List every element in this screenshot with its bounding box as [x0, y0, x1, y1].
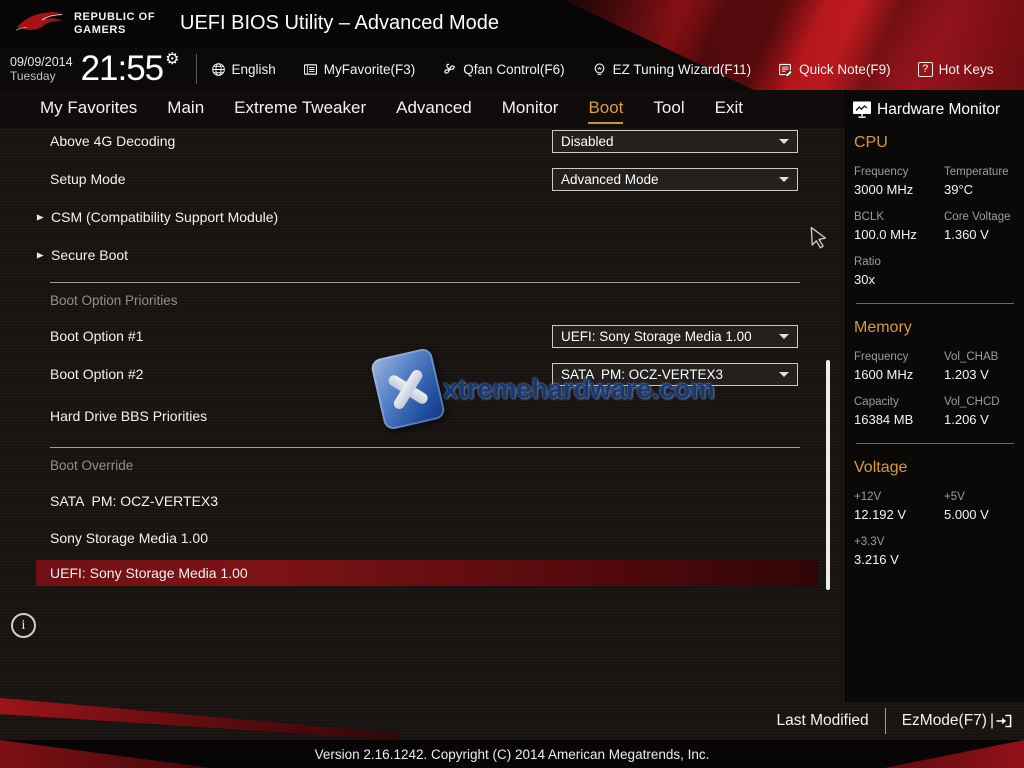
hardware-monitor-header: Hardware Monitor	[852, 100, 1018, 119]
sidebar-divider	[856, 303, 1014, 304]
boot-settings-panel: Above 4G DecodingDisabledSetup ModeAdvan…	[36, 122, 838, 586]
toolbar-qfan-control-f6[interactable]: Qfan Control(F6)	[442, 62, 564, 77]
info-icon[interactable]: i	[11, 613, 36, 638]
monitor-group-cpu: CPU Frequency3000 MHzTemperature39°CBCLK1…	[852, 134, 1018, 287]
fan-icon	[442, 62, 457, 77]
toolbar: 09/09/2014 Tuesday 21:55 ⚙ English MyFavo…	[0, 48, 1024, 90]
chevron-down-icon	[779, 334, 789, 339]
chevron-down-icon	[779, 372, 789, 377]
sidebar-divider	[856, 443, 1014, 444]
toolbar-divider	[196, 54, 197, 84]
tab-advanced[interactable]: Advanced	[396, 95, 472, 124]
question-icon: ?	[918, 62, 933, 77]
stat-vol-chab: Vol_CHAB1.203 V	[944, 351, 1018, 382]
stat-frequency: Frequency1600 MHz	[854, 351, 944, 382]
submenu-secure-boot[interactable]: Secure Boot	[36, 236, 838, 274]
group-title-voltage: Voltage	[854, 459, 1018, 477]
option-sata-pm-ocz-vertex3[interactable]: SATA PM: OCZ-VERTEX3	[36, 482, 838, 519]
globe-icon	[211, 62, 226, 77]
dropdown-boot-option-1[interactable]: UEFI: Sony Storage Media 1.00	[552, 325, 798, 348]
group-title-cpu: CPU	[854, 134, 1018, 152]
stat-core-voltage: Core Voltage1.360 V	[944, 211, 1018, 242]
bios-screen: REPUBLIC OF GAMERS UEFI BIOS Utility – A…	[0, 0, 1024, 768]
scrollbar[interactable]	[826, 360, 830, 590]
section-label-boot-override: Boot Override	[36, 448, 838, 482]
option-hard-drive-bbs-priorities[interactable]: Hard Drive BBS Priorities	[36, 393, 838, 439]
hardware-monitor-panel: Hardware Monitor CPU Frequency3000 MHzTem…	[845, 90, 1024, 702]
toolbar-myfavorite-f3[interactable]: MyFavorite(F3)	[303, 62, 416, 77]
tab-main[interactable]: Main	[167, 95, 204, 124]
gear-icon[interactable]: ⚙	[165, 49, 179, 69]
stat-12v: +12V12.192 V	[854, 491, 944, 522]
footer-divider	[885, 708, 886, 734]
stat-capacity: Capacity16384 MB	[854, 396, 944, 427]
stat-temperature: Temperature39°C	[944, 166, 1018, 197]
ezmode-button[interactable]: EzMode(F7) |	[902, 712, 1012, 730]
setting-boot-option-1: Boot Option #1UEFI: Sony Storage Media 1…	[36, 317, 838, 355]
toolbar-quick-note-f9[interactable]: Quick Note(F9)	[778, 62, 891, 77]
tab-my-favorites[interactable]: My Favorites	[40, 95, 137, 124]
dropdown-boot-option-2[interactable]: SATA PM: OCZ-VERTEX3	[552, 363, 798, 386]
toolbar-english[interactable]: English	[211, 62, 276, 77]
toolbar-items: English MyFavorite(F3) Qfan Control(F6) EZ …	[211, 62, 994, 77]
option-uefi-sony-storage-media-1-00[interactable]: UEFI: Sony Storage Media 1.00	[36, 560, 818, 586]
group-title-memory: Memory	[854, 319, 1018, 337]
submenu-arrow-icon	[36, 251, 45, 260]
dropdown-setup-mode[interactable]: Advanced Mode	[552, 168, 798, 191]
stat-vol-chcd: Vol_CHCD1.206 V	[944, 396, 1018, 427]
toolbar-ez-tuning-wizard-f11[interactable]: EZ Tuning Wizard(F11)	[592, 62, 752, 77]
decor-bottom-left	[0, 686, 400, 740]
stat-ratio: Ratio30x	[854, 256, 944, 287]
tab-tool[interactable]: Tool	[653, 95, 684, 124]
chevron-down-icon	[779, 177, 789, 182]
clock-time: 21:55	[81, 51, 164, 87]
submenu-arrow-icon	[36, 213, 45, 222]
stat-bclk: BCLK100.0 MHz	[854, 211, 944, 242]
brand-text: REPUBLIC OF GAMERS	[74, 11, 155, 36]
dropdown-above-4g-decoding[interactable]: Disabled	[552, 130, 798, 153]
stat-5v: +5V5.000 V	[944, 491, 1018, 522]
tab-boot[interactable]: Boot	[588, 95, 623, 124]
page-title: UEFI BIOS Utility – Advanced Mode	[180, 12, 499, 35]
lightbulb-icon	[592, 62, 607, 77]
sidebar-title: Hardware Monitor	[877, 101, 1000, 119]
tab-monitor[interactable]: Monitor	[502, 95, 559, 124]
tab-exit[interactable]: Exit	[715, 95, 743, 124]
brand-line-2: GAMERS	[74, 24, 155, 36]
title-bar: REPUBLIC OF GAMERS UEFI BIOS Utility – A…	[0, 0, 1024, 90]
sidebar-groups: CPU Frequency3000 MHzTemperature39°CBCLK1…	[852, 134, 1018, 567]
ezmode-pipe: |	[990, 712, 994, 730]
version-text: Version 2.16.1242. Copyright (C) 2014 Am…	[315, 747, 710, 762]
footer-actions: Last Modified EzMode(F7) |	[776, 704, 1012, 738]
setting-boot-option-2: Boot Option #2SATA PM: OCZ-VERTEX3	[36, 355, 838, 393]
monitor-group-memory: Memory Frequency1600 MHzVol_CHAB1.203 VCa…	[852, 319, 1018, 427]
myfavorite-icon	[303, 62, 318, 77]
day-text: Tuesday	[10, 69, 73, 83]
stat-frequency: Frequency3000 MHz	[854, 166, 944, 197]
clock: 21:55 ⚙	[81, 51, 180, 87]
last-modified-button[interactable]: Last Modified	[776, 712, 868, 730]
option-sony-storage-media-1-00[interactable]: Sony Storage Media 1.00	[36, 519, 838, 556]
rog-logo-icon	[14, 9, 66, 33]
setting-setup-mode: Setup ModeAdvanced Mode	[36, 160, 838, 198]
version-bar: Version 2.16.1242. Copyright (C) 2014 Am…	[0, 740, 1024, 768]
setting-above-4g-decoding: Above 4G DecodingDisabled	[36, 122, 838, 160]
chevron-down-icon	[779, 139, 789, 144]
submenu-csm-compatibility-support-module[interactable]: CSM (Compatibility Support Module)	[36, 198, 838, 236]
monitor-group-voltage: Voltage +12V12.192 V+5V5.000 V+3.3V3.216 …	[852, 459, 1018, 567]
brand-line-1: REPUBLIC OF	[74, 11, 155, 23]
date-block: 09/09/2014 Tuesday	[10, 55, 73, 83]
section-label-boot-option-priorities: Boot Option Priorities	[36, 283, 838, 317]
note-icon	[778, 62, 793, 77]
exit-arrow-icon	[995, 714, 1012, 728]
ezmode-label: EzMode(F7)	[902, 712, 987, 730]
date-text: 09/09/2014	[10, 55, 73, 69]
stat-3-3v: +3.3V3.216 V	[854, 536, 944, 567]
toolbar-hot-keys[interactable]: ?Hot Keys	[918, 62, 994, 77]
hardware-monitor-icon	[852, 100, 872, 119]
tab-extreme-tweaker[interactable]: Extreme Tweaker	[234, 95, 366, 124]
